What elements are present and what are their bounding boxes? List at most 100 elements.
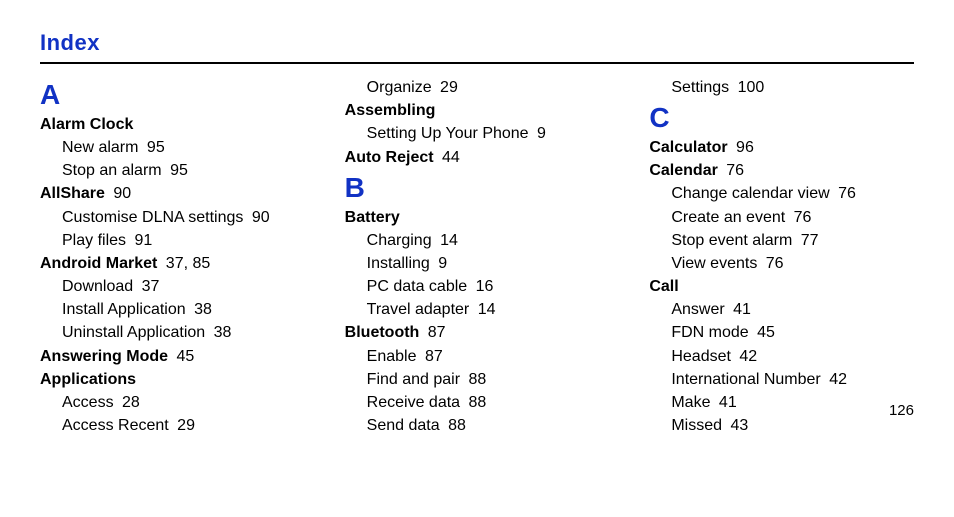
page-ref: 88	[469, 371, 487, 388]
sub-uninstall-app: Uninstall Application 38	[40, 321, 305, 344]
page-ref: 87	[428, 324, 446, 341]
sub-change-cal-view: Change calendar view 76	[649, 182, 914, 205]
sub-label: Enable	[367, 348, 417, 365]
page-ref: 14	[478, 301, 496, 318]
sub-bt-find-pair: Find and pair 88	[345, 368, 610, 391]
column-1: A Alarm Clock New alarm 95 Stop an alarm…	[40, 76, 305, 437]
sub-label: Headset	[671, 348, 731, 365]
page-ref: 14	[440, 232, 458, 249]
topic-answering-mode: Answering Mode 45	[40, 345, 305, 368]
sub-stop-alarm: Stop an alarm 95	[40, 159, 305, 182]
sub-label: Travel adapter	[367, 301, 470, 318]
section-letter-b: B	[345, 173, 610, 204]
page-ref: 88	[469, 394, 487, 411]
topic-calendar: Calendar 76	[649, 159, 914, 182]
sub-call-answer: Answer 41	[649, 298, 914, 321]
sub-bt-receive: Receive data 88	[345, 391, 610, 414]
sub-play-files: Play files 91	[40, 229, 305, 252]
title-rule	[40, 62, 914, 64]
sub-intl-number: International Number 42	[649, 368, 914, 391]
page-ref: 38	[214, 324, 232, 341]
sub-download: Download 37	[40, 275, 305, 298]
page-ref: 95	[170, 162, 188, 179]
page-ref: 37, 85	[166, 255, 210, 272]
page-number: 126	[889, 402, 914, 419]
topic-applications: Applications	[40, 368, 305, 391]
page-ref: 29	[177, 417, 195, 434]
section-letter-a: A	[40, 80, 305, 111]
sub-label: International Number	[671, 371, 820, 388]
sub-label: Play files	[62, 232, 126, 249]
sub-create-event: Create an event 76	[649, 206, 914, 229]
page-ref: 45	[757, 324, 775, 341]
sub-label: Make	[671, 394, 710, 411]
topic-label: Alarm Clock	[40, 116, 133, 133]
page-ref: 41	[719, 394, 737, 411]
sub-bt-send: Send data 88	[345, 414, 610, 437]
page-ref: 9	[537, 125, 546, 142]
sub-label: Install Application	[62, 301, 186, 318]
sub-label: Receive data	[367, 394, 460, 411]
sub-label: Change calendar view	[671, 185, 829, 202]
topic-android-market: Android Market 37, 85	[40, 252, 305, 275]
sub-label: Charging	[367, 232, 432, 249]
sub-label: PC data cable	[367, 278, 468, 295]
sub-label: Create an event	[671, 209, 785, 226]
sub-label: Setting Up Your Phone	[367, 125, 529, 142]
topic-label: Calculator	[649, 139, 727, 156]
page-ref: 76	[766, 255, 784, 272]
sub-label: Answer	[671, 301, 724, 318]
topic-bluetooth: Bluetooth 87	[345, 321, 610, 344]
sub-settings: Settings 100	[649, 76, 914, 99]
page-ref: 9	[438, 255, 447, 272]
page-ref: 77	[801, 232, 819, 249]
page-ref: 76	[838, 185, 856, 202]
sub-access: Access 28	[40, 391, 305, 414]
sub-label: Download	[62, 278, 133, 295]
topic-alarm-clock: Alarm Clock	[40, 113, 305, 136]
columns: A Alarm Clock New alarm 95 Stop an alarm…	[40, 76, 914, 437]
sub-label: Stop an alarm	[62, 162, 162, 179]
topic-label: Assembling	[345, 102, 436, 119]
topic-label: Battery	[345, 209, 400, 226]
page-ref: 41	[733, 301, 751, 318]
sub-installing: Installing 9	[345, 252, 610, 275]
topic-label: Applications	[40, 371, 136, 388]
topic-label: Calendar	[649, 162, 717, 179]
sub-customise-dlna: Customise DLNA settings 90	[40, 206, 305, 229]
section-letter-c: C	[649, 103, 914, 134]
page-ref: 29	[440, 79, 458, 96]
sub-call-make: Make 41	[649, 391, 914, 414]
page-ref: 38	[194, 301, 212, 318]
sub-label: Stop event alarm	[671, 232, 792, 249]
page-ref: 16	[476, 278, 494, 295]
sub-stop-event-alarm: Stop event alarm 77	[649, 229, 914, 252]
page-ref: 76	[726, 162, 744, 179]
sub-label: Access Recent	[62, 417, 169, 434]
sub-label: Send data	[367, 417, 440, 434]
page-ref: 95	[147, 139, 165, 156]
sub-install-app: Install Application 38	[40, 298, 305, 321]
sub-label: Find and pair	[367, 371, 460, 388]
sub-call-missed: Missed 43	[649, 414, 914, 437]
sub-label: Uninstall Application	[62, 324, 205, 341]
topic-label: Answering Mode	[40, 348, 168, 365]
page-ref: 96	[736, 139, 754, 156]
index-page: Index A Alarm Clock New alarm 95 Stop an…	[0, 0, 954, 437]
topic-label: Android Market	[40, 255, 157, 272]
sub-label: Missed	[671, 417, 722, 434]
sub-label: Installing	[367, 255, 430, 272]
page-ref: 43	[730, 417, 748, 434]
sub-pc-data-cable: PC data cable 16	[345, 275, 610, 298]
sub-bt-enable: Enable 87	[345, 345, 610, 368]
sub-new-alarm: New alarm 95	[40, 136, 305, 159]
topic-allshare: AllShare 90	[40, 182, 305, 205]
sub-label: New alarm	[62, 139, 138, 156]
topic-label: AllShare	[40, 185, 105, 202]
sub-view-events: View events 76	[649, 252, 914, 275]
sub-label: View events	[671, 255, 757, 272]
page-ref: 28	[122, 394, 140, 411]
sub-label: Settings	[671, 79, 729, 96]
page-title: Index	[40, 30, 914, 56]
page-ref: 42	[739, 348, 757, 365]
